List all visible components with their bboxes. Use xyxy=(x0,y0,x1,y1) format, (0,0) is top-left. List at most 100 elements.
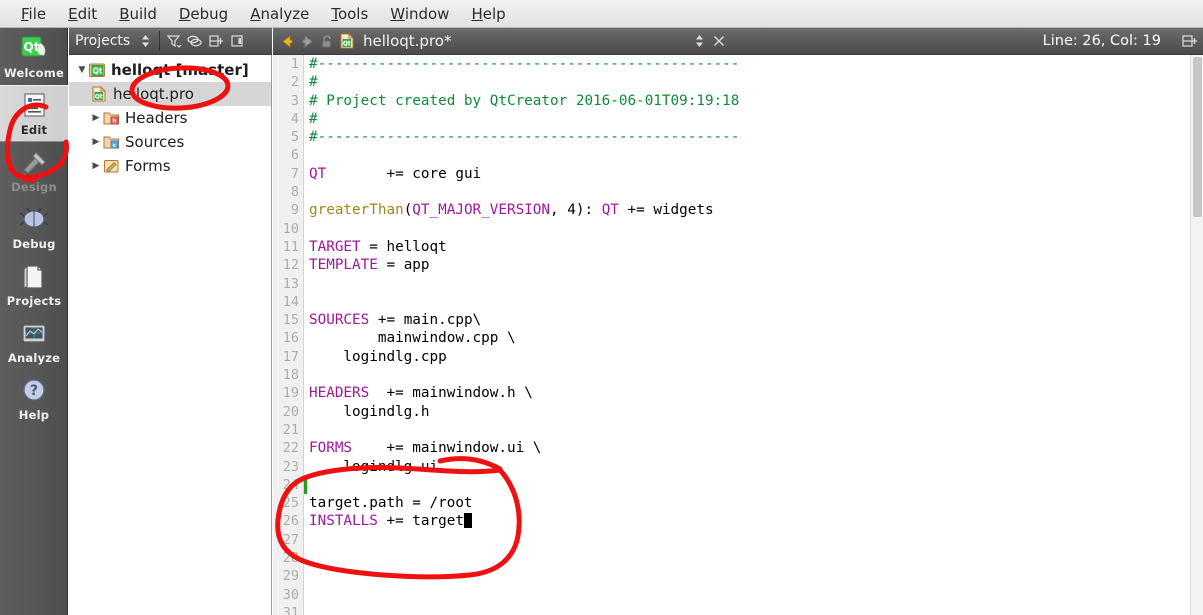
projects-panel-title[interactable]: Projects xyxy=(75,33,130,49)
tree-item-project-root[interactable]: ▼ Qt helloqt [master] xyxy=(69,58,271,82)
code-line[interactable] xyxy=(305,220,1185,238)
code-line[interactable] xyxy=(305,183,1185,201)
text-cursor xyxy=(463,513,472,529)
updown-chevron-icon[interactable] xyxy=(689,30,709,52)
code-line[interactable] xyxy=(305,293,1185,311)
line-number: 15 xyxy=(282,312,299,329)
code-token: += mainwindow.ui \ xyxy=(352,440,542,457)
open-file-tab-label[interactable]: helloqt.pro* xyxy=(363,32,451,50)
code-line[interactable]: logindlg.cpp xyxy=(305,348,1185,366)
code-line[interactable]: SOURCES += main.cpp\ xyxy=(305,311,1185,329)
code-line[interactable]: logindlg.ui xyxy=(305,458,1185,476)
code-line[interactable] xyxy=(305,531,1185,549)
code-line[interactable]: QT += core gui xyxy=(305,165,1185,183)
code-line[interactable] xyxy=(305,366,1185,384)
line-number: 16 xyxy=(282,330,299,347)
sidebar-item-projects[interactable]: Projects xyxy=(0,256,68,313)
code-line[interactable] xyxy=(305,586,1185,604)
code-line[interactable]: target.path = /root xyxy=(305,494,1185,512)
svg-text:h: h xyxy=(112,118,116,125)
code-token: # Project created by QtCreator 2016-06-0… xyxy=(309,92,740,109)
analyze-icon xyxy=(18,319,50,349)
code-token: = app xyxy=(377,257,430,274)
line-number: 25 xyxy=(282,495,299,512)
chevron-right-icon[interactable]: ▶ xyxy=(89,113,103,123)
code-line[interactable]: TARGET = helloqt xyxy=(305,238,1185,256)
sidebar-item-debug[interactable]: Debug xyxy=(0,199,68,256)
code-line[interactable]: HEADERS += mainwindow.h \ xyxy=(305,384,1185,402)
code-text-area[interactable]: #---------------------------------------… xyxy=(305,55,1185,615)
sort-updown-icon[interactable] xyxy=(135,31,156,52)
sidebar-item-label: Edit xyxy=(20,122,48,137)
chevron-right-icon[interactable]: ▶ xyxy=(89,161,103,171)
nav-back-icon[interactable] xyxy=(277,30,297,52)
menu-build[interactable]: Build xyxy=(108,3,168,25)
code-line[interactable] xyxy=(305,421,1185,439)
close-panel-icon[interactable] xyxy=(226,31,247,52)
sidebar-item-analyze[interactable]: Analyze xyxy=(0,313,68,370)
sidebar-item-help[interactable]: ? Help xyxy=(0,370,68,427)
line-number: 11 xyxy=(282,238,299,255)
filter-icon[interactable] xyxy=(163,31,184,52)
line-number: 20 xyxy=(282,403,299,420)
nav-forward-icon[interactable] xyxy=(297,30,317,52)
line-number: 2 xyxy=(290,74,299,91)
code-editor[interactable]: 1 2 3 4 5 6 7 8 9 10 11 12 13 14 15 16 17 18 19 20 21 22 23 24 2… xyxy=(273,55,1203,615)
menu-debug[interactable]: Debug xyxy=(168,3,239,25)
lock-icon[interactable] xyxy=(317,30,337,52)
projects-panel: Projects ▼ Qt helloqt [master] Qt helloq… xyxy=(69,28,272,615)
close-icon[interactable] xyxy=(709,30,729,52)
sidebar-item-welcome[interactable]: Qt Welcome xyxy=(0,28,68,85)
editor-vertical-scrollbar[interactable] xyxy=(1190,55,1203,615)
sidebar-item-label: Analyze xyxy=(7,350,61,365)
tree-item-helloqt-pro[interactable]: Qt helloqt.pro xyxy=(69,82,271,106)
tree-item-sources[interactable]: ▶ c Sources xyxy=(69,130,271,154)
code-line[interactable]: logindlg.h xyxy=(305,403,1185,421)
chevron-right-icon[interactable]: ▶ xyxy=(89,137,103,147)
code-line[interactable]: # xyxy=(305,110,1185,128)
menu-help[interactable]: Help xyxy=(460,3,516,25)
line-number: 29 xyxy=(282,568,299,585)
menu-window[interactable]: Window xyxy=(379,3,460,25)
code-line[interactable]: # xyxy=(305,73,1185,91)
code-token: QT xyxy=(309,165,327,182)
line-number: 10 xyxy=(282,220,299,237)
link-sync-icon[interactable] xyxy=(184,31,205,52)
code-line[interactable] xyxy=(305,146,1185,164)
sidebar-item-edit[interactable]: Edit xyxy=(0,85,68,142)
split-editor-icon[interactable] xyxy=(1179,30,1199,52)
sidebar-item-design[interactable]: Design xyxy=(0,142,68,199)
code-line[interactable]: TEMPLATE = app xyxy=(305,256,1185,274)
code-token: += main.cpp\ xyxy=(369,312,482,329)
code-token: # xyxy=(309,110,318,127)
code-line[interactable]: #---------------------------------------… xyxy=(305,128,1185,146)
code-line[interactable]: mainwindow.cpp \ xyxy=(305,329,1185,347)
code-token: mainwindow.cpp \ xyxy=(309,330,516,347)
code-line[interactable] xyxy=(305,549,1185,567)
line-number: 22 xyxy=(282,440,299,457)
code-line[interactable]: greaterThan(QT_MAJOR_VERSION, 4): QT += … xyxy=(305,201,1185,219)
code-line[interactable] xyxy=(305,275,1185,293)
code-line[interactable]: FORMS += mainwindow.ui \ xyxy=(305,439,1185,457)
code-line[interactable]: INSTALLS += target xyxy=(305,512,1185,530)
split-add-icon[interactable] xyxy=(205,31,226,52)
code-token: target.path = /root xyxy=(309,495,473,512)
code-token: logindlg.cpp xyxy=(309,348,447,365)
code-line[interactable] xyxy=(305,604,1185,615)
chevron-down-icon[interactable]: ▼ xyxy=(75,65,89,75)
forms-folder-icon xyxy=(103,158,120,174)
toolbar-separator xyxy=(159,31,161,51)
menu-edit[interactable]: Edit xyxy=(57,3,108,25)
menu-tools[interactable]: Tools xyxy=(320,3,379,25)
tree-item-forms[interactable]: ▶ Forms xyxy=(69,154,271,178)
menu-file[interactable]: File xyxy=(10,3,57,25)
scrollbar-thumb[interactable] xyxy=(1193,57,1202,217)
tree-item-headers[interactable]: ▶ h Headers xyxy=(69,106,271,130)
code-line[interactable]: #---------------------------------------… xyxy=(305,55,1185,73)
menu-analyze[interactable]: Analyze xyxy=(239,3,320,25)
editor-area: Qt helloqt.pro* Line: 26, Col: 19 1 2 3 … xyxy=(273,28,1203,615)
code-line[interactable] xyxy=(305,567,1185,585)
code-line[interactable]: # Project created by QtCreator 2016-06-0… xyxy=(305,92,1185,110)
code-line[interactable] xyxy=(305,476,1185,494)
pro-file-icon: Qt xyxy=(91,86,108,102)
